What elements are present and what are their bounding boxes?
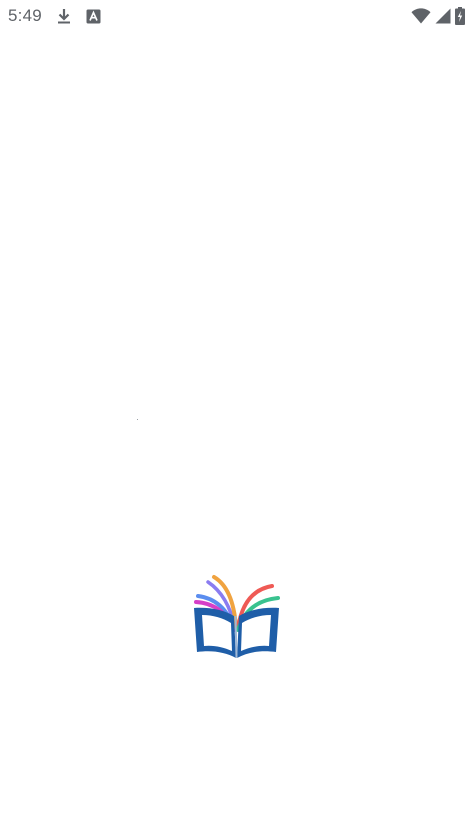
status-time: 5:49: [8, 6, 42, 25]
status-right: [411, 7, 465, 25]
battery-charging-icon: [455, 7, 465, 25]
wifi-icon: [411, 8, 431, 24]
stray-pixel: [137, 419, 138, 420]
cell-signal-icon: [435, 8, 451, 24]
a-notification-icon: [86, 9, 101, 24]
status-bar: 5:49: [0, 0, 473, 32]
status-left: 5:49: [8, 6, 101, 26]
splash-screen: 5:49: [0, 0, 473, 840]
open-book-logo-icon: [190, 572, 283, 660]
download-icon: [56, 7, 72, 25]
